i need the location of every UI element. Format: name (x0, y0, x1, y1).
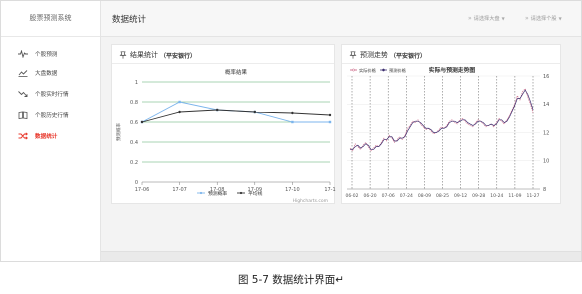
data-point (328, 120, 332, 124)
stock-select-label: 请选择个股 (530, 16, 557, 22)
y-tick-label: 0.8 (130, 100, 138, 106)
market-select[interactable]: » 请选择大盘 ▼ (468, 15, 505, 22)
x-tick-label: 17-1 (324, 187, 335, 193)
y-tick-label: 14 (543, 102, 549, 108)
series-line (350, 89, 534, 150)
sidebar-item-realtime-quotes[interactable]: 个股实时行情 (1, 85, 101, 103)
x-tick-label: 11-27 (526, 193, 539, 199)
panel-title-text: 预测走势 (360, 51, 388, 59)
chart-title: 概率结果 (225, 68, 248, 76)
series-line (141, 101, 330, 123)
data-point (216, 108, 219, 112)
data-point (178, 100, 181, 104)
y-tick-label: 0 (135, 180, 138, 186)
legend-marker (199, 191, 203, 195)
panel-title: 结果统计 （平安银行） (119, 50, 196, 60)
data-point (291, 111, 294, 115)
prediction-trend-panel: 预测走势 （平安银行） 8 10 12 14 16 06-02 06-20 07-06 07-2… (341, 44, 561, 204)
double-chevron-icon: » (525, 15, 529, 22)
y-axis-label: 预测概率 (115, 123, 122, 141)
footer-band (101, 251, 581, 261)
y-tick-label: 0.6 (130, 120, 138, 126)
x-tick-label: 10-24 (490, 193, 503, 199)
sidebar: 股票预测系统 个股预测 大盘数据 个股实时行情 个股历史行情 数据统计 (1, 1, 101, 261)
page-title: 数据统计 (112, 15, 147, 25)
shuffle-icon (17, 132, 28, 140)
book-icon (17, 111, 28, 119)
y-tick-label: 16 (543, 74, 549, 80)
legend-marker (352, 68, 355, 72)
panel-title-text: 结果统计 (130, 51, 158, 59)
sidebar-item-label: 个股实时行情 (35, 92, 69, 98)
chevron-down-icon: ▼ (501, 16, 505, 21)
sidebar-item-historical-quotes[interactable]: 个股历史行情 (1, 106, 101, 124)
sidebar-item-stock-prediction[interactable]: 个股预测 (1, 45, 101, 63)
data-point (253, 110, 256, 114)
x-tick-label: 17-06 (135, 187, 150, 193)
data-point (291, 120, 294, 124)
legend-label: 预测价格 (389, 67, 407, 74)
top-header: 数据统计 » 请选择大盘 ▼ » 请选择个股 ▼ (101, 1, 581, 37)
x-tick-label: 11-09 (508, 193, 521, 199)
sidebar-item-label: 个股历史行情 (35, 113, 69, 119)
legend-label: 平均线 (248, 190, 263, 197)
y-tick-label: 10 (543, 159, 549, 165)
data-point (178, 110, 181, 114)
stock-select[interactable]: » 请选择个股 ▼ (525, 15, 562, 22)
double-chevron-icon: » (468, 15, 472, 22)
sidebar-item-label: 数据统计 (35, 134, 58, 140)
x-tick-label: 06-02 (345, 193, 358, 199)
pulse-icon (17, 50, 28, 58)
app-window: 股票预测系统 个股预测 大盘数据 个股实时行情 个股历史行情 数据统计 数据统计… (0, 0, 582, 262)
panel-title: 预测走势 （平安银行） (349, 50, 426, 60)
series-line (141, 109, 331, 123)
x-tick-label: 06-20 (364, 193, 377, 199)
chevron-down-icon: ▼ (558, 16, 562, 21)
x-tick-label: 08-25 (436, 193, 449, 199)
pin-icon (349, 51, 357, 59)
x-tick-label: 08-09 (418, 193, 431, 199)
x-tick-label: 17-07 (172, 187, 187, 193)
y-tick-label: 1 (135, 80, 138, 86)
y-tick-label: 12 (543, 130, 549, 136)
data-point (328, 113, 332, 117)
sidebar-item-label: 大盘数据 (35, 71, 58, 77)
system-title: 股票预测系统 (1, 1, 100, 37)
x-tick-label: 07-24 (400, 193, 413, 199)
panel-subtitle: （平安银行） (390, 52, 427, 60)
y-tick-label: 0.2 (130, 160, 138, 166)
x-tick-label: 17-10 (285, 187, 300, 193)
y-tick-label: 0.4 (130, 140, 138, 146)
legend-marker (239, 191, 243, 195)
sidebar-item-label: 个股预测 (35, 52, 58, 58)
area-chart-icon (17, 69, 28, 77)
legend-label: 预测概率 (208, 190, 227, 197)
result-statistics-panel: 结果统计 （平安银行） 概率结果 0 0.2 0.4 0.6 0.8 1 预测概率 17-06 1… (111, 44, 336, 204)
trend-down-icon (17, 90, 28, 98)
probability-chart: 概率结果00.20.40.60.81预测概率17-06 17-07 17-08 17-… (115, 68, 336, 204)
chart-credits: Highcharts.com (293, 198, 328, 204)
chart-title: 实际与预测走势图 (429, 66, 476, 74)
legend-label: 实际价格 (359, 67, 377, 74)
series-line (349, 88, 534, 152)
data-point (140, 120, 144, 124)
trend-chart: 8 10 12 14 16 06-02 06-20 07-06 07-24 08-09 08-25 0… (345, 66, 549, 199)
x-tick-label: 09-12 (454, 193, 467, 199)
market-select-label: 请选择大盘 (473, 16, 500, 22)
sidebar-item-data-statistics[interactable]: 数据统计 (1, 127, 101, 145)
x-tick-label: 07-06 (382, 193, 395, 199)
y-tick-label: 8 (543, 187, 546, 193)
panel-subtitle: （平安银行） (160, 52, 197, 60)
legend-marker (382, 68, 385, 72)
sidebar-item-market-data[interactable]: 大盘数据 (1, 64, 101, 82)
figure-caption: 图 5-7 数据统计界面↵ (237, 274, 345, 286)
x-tick-label: 09-28 (472, 193, 485, 199)
pin-icon (119, 51, 127, 59)
